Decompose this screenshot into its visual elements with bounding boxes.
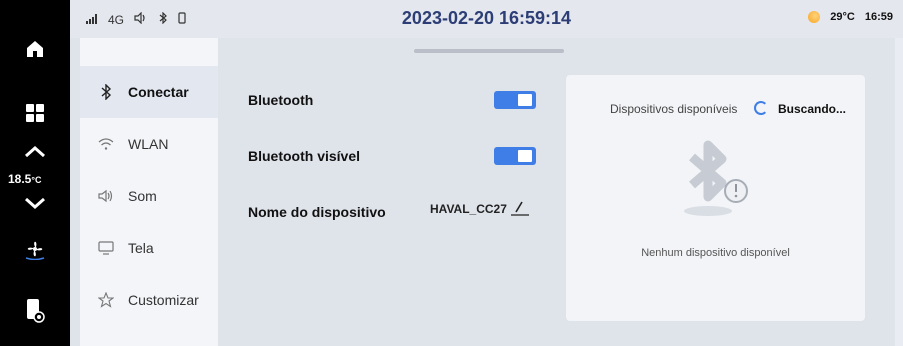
menu-item-tela[interactable]: Tela: [80, 222, 218, 274]
bluetooth-icon: [98, 84, 114, 100]
bluetooth-label: Bluetooth: [248, 92, 314, 108]
menu-item-label: Conectar: [128, 84, 189, 100]
bluetooth-visible-toggle[interactable]: [494, 147, 536, 165]
available-devices-header: Dispositivos disponíveis: [610, 102, 738, 116]
weather-temp: 29°C: [830, 11, 855, 23]
edit-pencil-icon[interactable]: [510, 200, 530, 216]
device-name-value: HAVAL_CC27: [430, 202, 507, 216]
chevron-down-icon[interactable]: [22, 190, 48, 216]
menu-item-label: Customizar: [128, 292, 199, 308]
bluetooth-search-illustration-icon: [674, 139, 764, 224]
weather-sun-icon: [808, 11, 821, 23]
loading-spinner-icon: [754, 101, 768, 115]
star-icon: [98, 292, 114, 308]
menu-item-label: WLAN: [128, 136, 169, 152]
menu-item-customizar[interactable]: Customizar: [80, 274, 218, 326]
menu-item-label: Tela: [128, 240, 154, 256]
device-name-label: Nome do dispositivo: [248, 204, 386, 220]
menu-item-som[interactable]: Som: [80, 170, 218, 222]
no-devices-message: Nenhum dispositivo disponível: [641, 247, 790, 259]
available-devices-card: Dispositivos disponíveis Buscando... Nen…: [566, 75, 865, 321]
climate-temperature: 18.5°C: [8, 172, 41, 186]
wifi-icon: [98, 136, 114, 152]
menu-item-conectar[interactable]: Conectar: [80, 66, 218, 118]
apps-grid-icon[interactable]: [22, 100, 48, 126]
drag-handle[interactable]: [414, 49, 564, 53]
left-rail: 18.5°C: [0, 0, 70, 346]
fan-icon[interactable]: [22, 236, 48, 262]
chevron-up-icon[interactable]: [22, 138, 48, 164]
status-right: 29°C 16:59: [808, 11, 893, 23]
datetime-display: 2023-02-20 16:59:14: [401, 8, 572, 28]
menu-item-label: Som: [128, 188, 157, 204]
temperature-value: 18.5: [8, 172, 32, 186]
searching-status: Buscando...: [778, 102, 847, 116]
status-bar: 4G 2023-02-20 16:59:14 29°C 16:59: [70, 0, 903, 38]
home-icon[interactable]: [22, 36, 48, 62]
temperature-unit: °C: [31, 175, 42, 185]
monitor-icon: [98, 240, 114, 256]
bluetooth-visible-label: Bluetooth visível: [248, 148, 361, 164]
speaker-icon: [98, 188, 114, 204]
menu-item-wlan[interactable]: WLAN: [80, 118, 218, 170]
settings-menu: Conectar WLAN Som Tela Customizar: [80, 38, 218, 346]
bluetooth-toggle[interactable]: [494, 91, 536, 109]
clock: 16:59: [864, 11, 893, 23]
phone-car-icon[interactable]: [22, 298, 48, 324]
